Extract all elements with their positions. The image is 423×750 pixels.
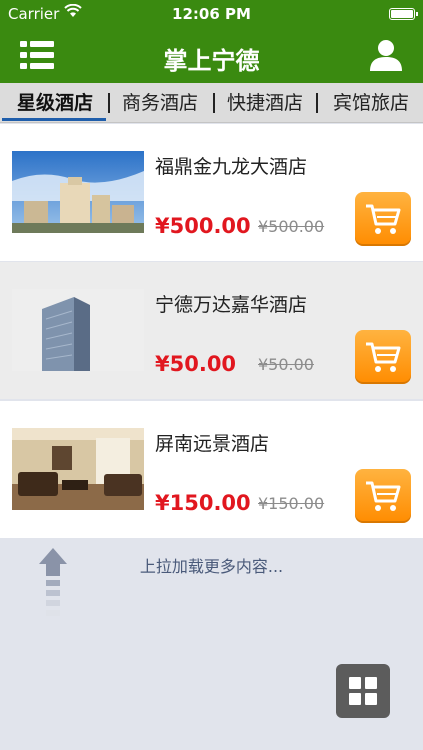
hotel-name: 福鼎金九龙大酒店 (155, 156, 308, 178)
user-profile-icon[interactable] (369, 38, 403, 72)
shopping-cart-icon (366, 342, 401, 372)
status-bar: Carrier 12:06 PM (0, 0, 423, 29)
hotel-original-price: ¥50.00 (258, 355, 314, 374)
grid-menu-button[interactable] (336, 664, 390, 718)
list-item[interactable]: 屏南远景酒店 ¥150.00 ¥150.00 (0, 401, 423, 538)
tab-business-hotels[interactable]: 商务酒店 (115, 83, 205, 123)
tab-separator (108, 93, 110, 113)
shopping-cart-icon (366, 481, 401, 511)
category-tabs: 星级酒店 商务酒店 快捷酒店 宾馆旅店 (0, 83, 423, 123)
add-to-cart-button[interactable] (355, 192, 411, 246)
battery-icon (389, 8, 418, 20)
shopping-cart-icon (366, 204, 401, 234)
hotel-photo (12, 151, 144, 233)
grid-icon (349, 677, 377, 705)
hotel-original-price: ¥500.00 (258, 217, 325, 236)
hotel-original-price: ¥150.00 (258, 494, 325, 513)
hotel-price: ¥500.00 (155, 214, 251, 238)
active-tab-indicator (2, 118, 106, 121)
list-item[interactable]: 福鼎金九龙大酒店 ¥500.00 ¥500.00 (0, 124, 423, 261)
list-item[interactable]: 宁德万达嘉华酒店 ¥50.00 ¥50.00 (0, 262, 423, 399)
add-to-cart-button[interactable] (355, 469, 411, 523)
nav-bar: 掌上宁德 (0, 29, 423, 83)
hotel-photo (12, 428, 144, 510)
tab-star-hotels[interactable]: 星级酒店 (4, 83, 106, 123)
tab-separator (213, 93, 215, 113)
hotel-price: ¥150.00 (155, 491, 251, 515)
load-more-area: 上拉加载更多内容... (0, 540, 423, 750)
tab-guesthouses[interactable]: 宾馆旅店 (324, 83, 418, 123)
clock: 12:06 PM (172, 5, 251, 23)
hotel-name: 宁德万达嘉华酒店 (155, 294, 308, 316)
hotel-photo (12, 289, 144, 371)
add-to-cart-button[interactable] (355, 330, 411, 384)
page-title: 掌上宁德 (163, 47, 260, 75)
hotel-price: ¥50.00 (155, 352, 237, 376)
tab-budget-hotels[interactable]: 快捷酒店 (220, 83, 310, 123)
hotel-name: 屏南远景酒店 (155, 433, 270, 455)
tab-separator (316, 93, 318, 113)
load-more-hint: 上拉加载更多内容... (139, 557, 284, 576)
